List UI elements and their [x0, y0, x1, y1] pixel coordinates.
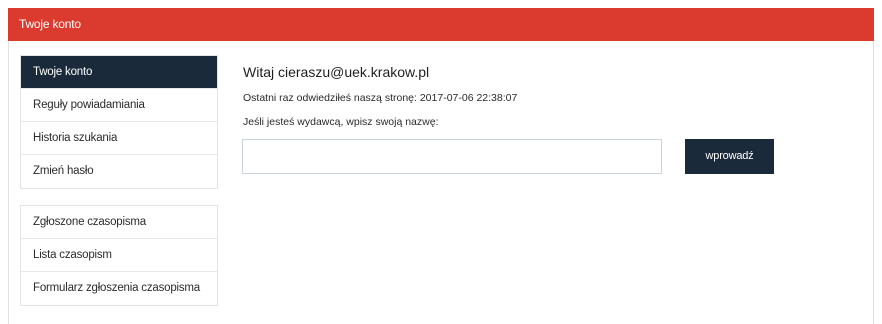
menu-item-search-history[interactable]: Historia szukania [21, 122, 217, 155]
menu-item-label: Formularz zgłoszenia czasopisma [33, 282, 201, 294]
menu-item-label: Zgłoszone czasopisma [33, 216, 146, 228]
journal-menu: Zgłoszone czasopisma Lista czasopism For… [20, 205, 218, 306]
menu-item-label: Lista czasopism [33, 249, 112, 261]
menu-item-label: Historia szukania [33, 132, 118, 144]
menu-item-label: Zmień hasło [33, 165, 94, 177]
publisher-name-input[interactable] [242, 139, 662, 174]
page-header: Twoje konto [8, 8, 874, 41]
welcome-heading: Witaj cieraszu@uek.krakow.pl [243, 64, 430, 80]
menu-item-notification-rules[interactable]: Reguły powiadamiania [21, 89, 217, 122]
menu-item-journal-submission-form[interactable]: Formularz zgłoszenia czasopisma [21, 272, 217, 305]
menu-item-change-password[interactable]: Zmień hasło [21, 155, 217, 188]
menu-item-label: Twoje konto [33, 66, 93, 78]
menu-item-your-account[interactable]: Twoje konto [21, 56, 217, 89]
menu-item-label: Reguły powiadamiania [33, 99, 145, 111]
menu-item-submitted-journals[interactable]: Zgłoszone czasopisma [21, 206, 217, 239]
last-visit-text: Ostatni raz odwiedziłeś naszą stronę: 20… [243, 92, 518, 104]
page-title: Twoje konto [19, 17, 81, 31]
menu-item-journal-list[interactable]: Lista czasopism [21, 239, 217, 272]
submit-button[interactable]: wprowadź [685, 139, 774, 174]
publisher-name-label: Jeśli jesteś wydawcą, wpisz swoją nazwę: [243, 116, 439, 128]
account-menu: Twoje konto Reguły powiadamiania Histori… [20, 55, 218, 189]
